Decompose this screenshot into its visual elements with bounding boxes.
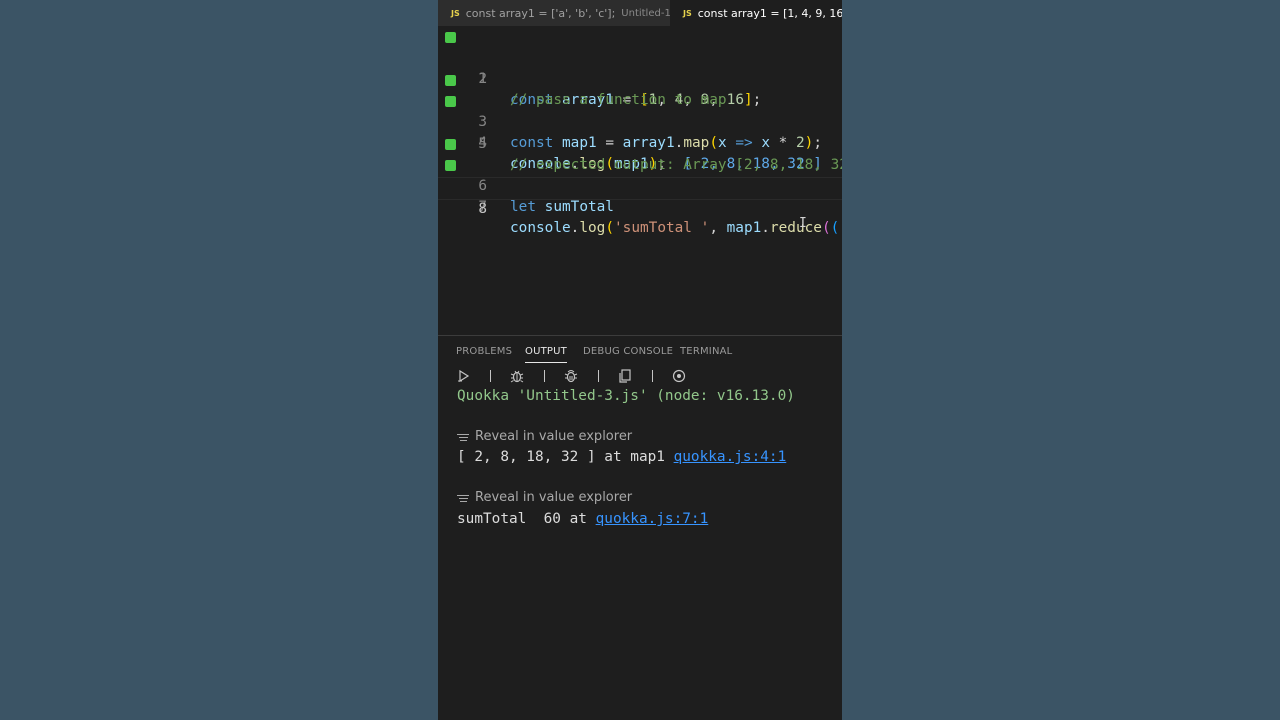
reveal-label: Reveal in value explorer: [475, 490, 633, 505]
background-right: [842, 0, 1280, 720]
code-line[interactable]: 5 // expected output: Array [2, 8, 18, 3…: [438, 113, 842, 173]
bottom-panel: PROBLEMS OUTPUT DEBUG CONSOLE TERMINAL Q…: [438, 335, 842, 720]
coverage-marker: [445, 160, 456, 172]
output-entry: [ 2, 8, 18, 32 ] at map1 quokka.js:4:1: [457, 447, 786, 467]
toolbar-separator: [544, 370, 545, 382]
panel-tabs: PROBLEMS OUTPUT DEBUG CONSOLE TERMINAL: [438, 336, 842, 368]
copy-icon[interactable]: [617, 368, 633, 384]
list-icon: [457, 493, 469, 504]
background-left: [0, 0, 438, 720]
code-line[interactable]: 6 let sumTotal: [438, 134, 842, 215]
toolbar-separator: [652, 370, 653, 382]
editor-window: JS const array1 = ['a', 'b', 'c']; Untit…: [438, 0, 842, 720]
source-link[interactable]: quokka.js:4:1: [674, 449, 787, 465]
bug-settings-icon[interactable]: [563, 368, 579, 384]
source-link[interactable]: quokka.js:7:1: [596, 511, 709, 527]
tab-debug-console[interactable]: DEBUG CONSOLE: [583, 346, 673, 357]
js-file-icon: JS: [451, 8, 460, 18]
code-line[interactable]: 3 const map1 = array1.map(x => x * 2);: [438, 70, 842, 151]
code-line[interactable]: 4 console.log(map1); [ 2, 8, 18, 32 ]: [438, 91, 842, 172]
output-toolbar: [456, 368, 836, 386]
bug-icon[interactable]: [509, 368, 525, 384]
code-text: console.log('sumTotal ', map1.reduce((: [510, 220, 840, 237]
code-editor[interactable]: 1 const array1 = [1, 4, 9, 16]; 2 // pas…: [438, 27, 842, 335]
tab-active-file[interactable]: JS const array1 = [1, 4, 9, 16];: [670, 0, 842, 26]
coverage-marker: [445, 74, 456, 86]
reveal-label: Reveal in value explorer: [475, 429, 633, 444]
tab-title: const array1 = ['a', 'b', 'c'];: [465, 6, 616, 20]
reveal-in-value-explorer[interactable]: Reveal in value explorer: [457, 490, 632, 506]
code-line[interactable]: 1 const array1 = [1, 4, 9, 16];: [438, 27, 842, 108]
quokka-header: Quokka 'Untitled-3.js' (node: v16.13.0): [457, 388, 795, 404]
output-entry: sumTotal 60 at quokka.js:7:1: [457, 509, 708, 529]
code-line-current[interactable]: 8: [438, 176, 842, 217]
tab-output[interactable]: OUTPUT: [525, 346, 567, 363]
tab-terminal[interactable]: TERMINAL: [680, 346, 732, 357]
toolbar-separator: [598, 370, 599, 382]
output-value: [ 2, 8, 18, 32 ] at map1: [457, 449, 674, 465]
code-text: let sumTotal: [510, 199, 614, 215]
reveal-in-value-explorer[interactable]: Reveal in value explorer: [457, 429, 632, 445]
code-line[interactable]: 2 // pass a function to map: [438, 48, 842, 108]
record-icon[interactable]: [671, 368, 687, 384]
tab-title: const array1 = [1, 4, 9, 16];: [697, 6, 842, 20]
line-number: 8: [478, 200, 487, 217]
toolbar-separator: [490, 370, 491, 382]
list-icon: [457, 432, 469, 443]
tab-problems[interactable]: PROBLEMS: [456, 346, 512, 357]
code-line[interactable]: 7 console.log('sumTotal ', map1.reduce((: [438, 155, 842, 236]
tab-untitled-1[interactable]: JS const array1 = ['a', 'b', 'c']; Untit…: [438, 0, 671, 26]
coverage-marker: [445, 139, 456, 150]
tab-description: Untitled-1: [621, 7, 671, 19]
coverage-marker: [445, 32, 456, 43]
output-value: sumTotal 60 at: [457, 511, 596, 527]
play-icon[interactable]: [456, 368, 472, 384]
js-file-icon: JS: [683, 8, 692, 18]
coverage-marker: [445, 96, 456, 108]
tab-bar: JS const array1 = ['a', 'b', 'c']; Untit…: [438, 0, 842, 26]
text-cursor-icon: I: [799, 216, 807, 231]
